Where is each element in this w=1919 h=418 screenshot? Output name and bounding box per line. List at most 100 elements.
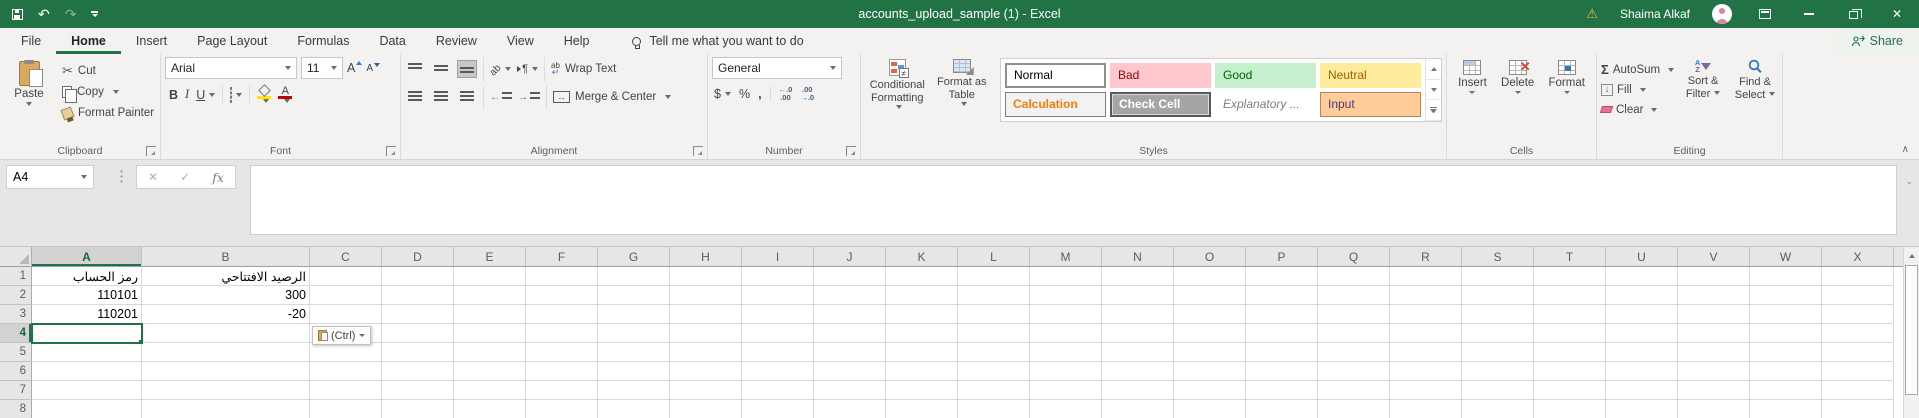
cell-F6[interactable]: [526, 362, 598, 381]
accounting-format-button[interactable]: $: [714, 87, 731, 101]
cell-C7[interactable]: [310, 381, 382, 400]
cell-B7[interactable]: [142, 381, 310, 400]
name-box[interactable]: A4: [6, 165, 94, 189]
cell-M8[interactable]: [1030, 400, 1102, 418]
clear-button[interactable]: Clear: [1601, 101, 1674, 118]
cut-button[interactable]: ✂ Cut: [62, 62, 154, 80]
cell-R7[interactable]: [1390, 381, 1462, 400]
cell-K1[interactable]: [886, 267, 958, 286]
cell-W7[interactable]: [1750, 381, 1822, 400]
cell-L6[interactable]: [958, 362, 1030, 381]
cell-K5[interactable]: [886, 343, 958, 362]
cell-H8[interactable]: [670, 400, 742, 418]
cell-F8[interactable]: [526, 400, 598, 418]
tab-data[interactable]: Data: [364, 28, 420, 54]
fill-handle[interactable]: [138, 339, 142, 343]
cell-N4[interactable]: [1102, 324, 1174, 343]
percent-style-button[interactable]: %: [739, 87, 750, 101]
tab-file[interactable]: File: [6, 28, 56, 54]
cell-F7[interactable]: [526, 381, 598, 400]
cell-A2[interactable]: 110101: [32, 286, 142, 305]
align-right-button[interactable]: [457, 88, 477, 106]
cell-A1[interactable]: رمز الحساب: [32, 267, 142, 286]
cell-X3[interactable]: [1822, 305, 1894, 324]
cell-T6[interactable]: [1534, 362, 1606, 381]
cell-V4[interactable]: [1678, 324, 1750, 343]
wrap-text-button[interactable]: ab↵ Wrap Text: [551, 62, 616, 76]
cell-N8[interactable]: [1102, 400, 1174, 418]
cell-N3[interactable]: [1102, 305, 1174, 324]
cell-W5[interactable]: [1750, 343, 1822, 362]
cell-Q7[interactable]: [1318, 381, 1390, 400]
tab-formulas[interactable]: Formulas: [282, 28, 364, 54]
cell-F2[interactable]: [526, 286, 598, 305]
cell-X8[interactable]: [1822, 400, 1894, 418]
cell-M3[interactable]: [1030, 305, 1102, 324]
cell-P4[interactable]: [1246, 324, 1318, 343]
cell-J6[interactable]: [814, 362, 886, 381]
account-name[interactable]: Shaima Alkaf: [1609, 0, 1701, 28]
increase-indent-button[interactable]: →: [518, 92, 540, 103]
cell-style-check-cell[interactable]: Check Cell: [1110, 92, 1211, 117]
cell-K8[interactable]: [886, 400, 958, 418]
cell-D3[interactable]: [382, 305, 454, 324]
cell-G3[interactable]: [598, 305, 670, 324]
cell-S7[interactable]: [1462, 381, 1534, 400]
cell-L8[interactable]: [958, 400, 1030, 418]
cell-N7[interactable]: [1102, 381, 1174, 400]
column-header-F[interactable]: F: [526, 247, 598, 267]
cell-H3[interactable]: [670, 305, 742, 324]
formula-input[interactable]: [250, 165, 1897, 235]
cell-K2[interactable]: [886, 286, 958, 305]
cell-B6[interactable]: [142, 362, 310, 381]
cell-W4[interactable]: [1750, 324, 1822, 343]
cell-A4[interactable]: [32, 324, 142, 343]
cell-Q4[interactable]: [1318, 324, 1390, 343]
cell-E3[interactable]: [454, 305, 526, 324]
cell-L3[interactable]: [958, 305, 1030, 324]
cell-I6[interactable]: [742, 362, 814, 381]
cell-M4[interactable]: [1030, 324, 1102, 343]
font-size-select[interactable]: 11: [301, 57, 343, 79]
column-header-A[interactable]: A: [32, 247, 142, 267]
cell-O8[interactable]: [1174, 400, 1246, 418]
cell-R1[interactable]: [1390, 267, 1462, 286]
cell-B8[interactable]: [142, 400, 310, 418]
cell-G4[interactable]: [598, 324, 670, 343]
cell-X2[interactable]: [1822, 286, 1894, 305]
column-header-D[interactable]: D: [382, 247, 454, 267]
decrease-font-button[interactable]: A: [366, 63, 380, 74]
cell-P7[interactable]: [1246, 381, 1318, 400]
cell-K4[interactable]: [886, 324, 958, 343]
font-family-select[interactable]: Arial: [165, 57, 297, 79]
column-header-X[interactable]: X: [1822, 247, 1894, 267]
alignment-dialog-launcher[interactable]: [693, 146, 703, 156]
cell-style-neutral[interactable]: Neutral: [1320, 63, 1421, 88]
cell-F4[interactable]: [526, 324, 598, 343]
cell-W2[interactable]: [1750, 286, 1822, 305]
column-header-I[interactable]: I: [742, 247, 814, 267]
underline-button[interactable]: U: [196, 88, 215, 102]
cell-P2[interactable]: [1246, 286, 1318, 305]
select-all-corner[interactable]: [0, 247, 32, 267]
cell-T2[interactable]: [1534, 286, 1606, 305]
format-as-table-button[interactable]: Format as Table: [930, 57, 995, 141]
tab-home[interactable]: Home: [56, 28, 121, 54]
decrease-indent-button[interactable]: ←: [490, 92, 512, 103]
column-header-U[interactable]: U: [1606, 247, 1678, 267]
cell-N5[interactable]: [1102, 343, 1174, 362]
name-box-splitter[interactable]: [120, 169, 123, 185]
cell-L2[interactable]: [958, 286, 1030, 305]
cell-style-calculation[interactable]: Calculation: [1005, 92, 1106, 117]
column-header-V[interactable]: V: [1678, 247, 1750, 267]
cell-P1[interactable]: [1246, 267, 1318, 286]
cell-J7[interactable]: [814, 381, 886, 400]
cell-W1[interactable]: [1750, 267, 1822, 286]
cell-V8[interactable]: [1678, 400, 1750, 418]
cell-F1[interactable]: [526, 267, 598, 286]
gallery-down-icon[interactable]: [1426, 80, 1441, 101]
cell-R3[interactable]: [1390, 305, 1462, 324]
cell-X4[interactable]: [1822, 324, 1894, 343]
autosum-button[interactable]: Σ AutoSum: [1601, 61, 1674, 78]
cell-A6[interactable]: [32, 362, 142, 381]
